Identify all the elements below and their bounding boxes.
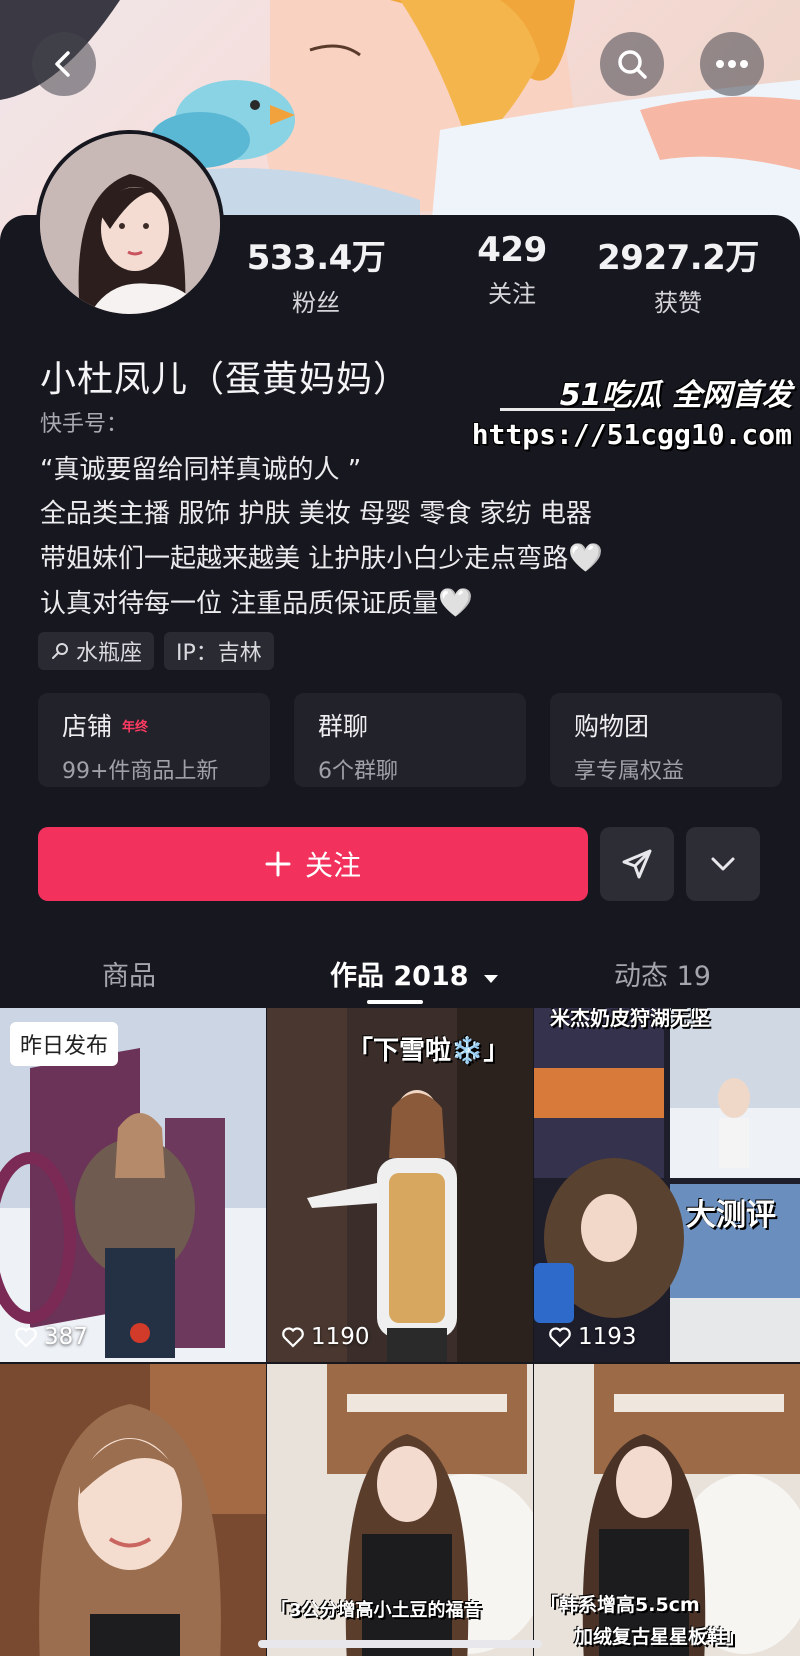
video-caption-line2: 加绒复古星星板鞋」 [574,1626,746,1648]
kuaishou-id[interactable]: 快手号： [40,406,128,438]
bio-line: 全品类主播 服饰 护肤 美妆 母婴 零食 家纺 电器 [40,499,592,529]
like-count: 387 [14,1324,88,1350]
entry-subtitle: 享专属权益 [574,759,685,784]
video-caption: 大测评 [686,1198,776,1233]
tag-zodiac[interactable]: 水瓶座 [38,632,155,670]
bio-line-text: 认真对待每一位 注重品质保证质量 [40,589,439,619]
follow-button[interactable]: 关注 [38,827,588,901]
search-icon [618,50,647,79]
stat-value: 2927.2万 [597,238,759,278]
profile-entries: 店铺 年终 99+件商品上新 群聊 6个群聊 购物团 享专属权益 [38,693,794,787]
heart-outline-icon [15,1327,37,1348]
follow-label: 关注 [304,849,361,882]
video-caption: 「下雪啦❄️」 [347,1036,510,1066]
profile-tags: 水瓶座 IP：吉林 [38,632,274,670]
like-count: 1193 [548,1324,637,1350]
like-count-text: 1193 [578,1324,637,1350]
more-options-button[interactable] [700,32,764,96]
home-indicator[interactable] [258,1640,542,1648]
entry-shop[interactable]: 店铺 年终 99+件商品上新 [38,693,270,787]
entry-group-chat[interactable]: 群聊 6个群聊 [294,693,526,787]
video-thumbnail[interactable]: 「韩系增高5.5cm 加绒复古星星板鞋」 [534,1364,800,1656]
chevron-left-icon [55,51,70,77]
entry-title-row: 群聊 [318,707,502,743]
plus-icon [265,851,291,877]
heart-outline-icon [549,1327,571,1348]
like-count-text: 387 [44,1324,88,1350]
entry-title: 店铺 [62,712,113,741]
bio-line-text: 带姐妹们一起越来越美 让护肤小白少走点弯路 [40,544,569,574]
entry-title: 购物团 [574,712,650,741]
stat-label: 获赞 [654,289,702,317]
caret-down-icon [483,975,498,983]
video-thumbnail[interactable]: 「3公分增高小土豆的福音 [267,1364,533,1656]
video-thumbnail[interactable]: 「下雪啦❄️」 1190 [267,1008,533,1362]
like-count-text: 1190 [311,1324,370,1350]
thumbnail-image [0,1364,266,1656]
profile-bio: “真诚要留给同样真诚的人 ” 全品类主播 服饰 护肤 美妆 母婴 零食 家纺 电… [40,448,760,626]
entry-title: 群聊 [318,712,369,741]
video-thumbnail[interactable]: 米杰奶皮狩湖无坚 大测评 1193 [534,1008,800,1362]
entry-shopping-group[interactable]: 购物团 享专属权益 [550,693,782,787]
profile-stats: 533.4万 粉丝 429 关注 2927.2万 获赞 [0,230,800,320]
chevron-down-icon [711,857,735,871]
tab-products[interactable]: 商品 [102,954,156,993]
active-tab-indicator [367,1000,423,1004]
video-caption: 「韩系增高5.5cm [540,1594,700,1616]
tab-works[interactable]: 作品 2018 [330,954,500,993]
like-count: 1190 [281,1324,370,1350]
bio-line: “真诚要留给同样真诚的人 ” [40,455,362,485]
published-label: 昨日发布 [10,1022,119,1066]
entry-subtitle: 99+件商品上新 [62,759,219,784]
entry-title-row: 购物团 [574,707,758,743]
stat-value: 533.4万 [246,238,386,278]
watermark-divider [500,408,615,411]
entry-subtitle: 6个群聊 [318,759,398,784]
tab-moments[interactable]: 动态 19 [614,954,711,993]
zodiac-icon [52,643,68,659]
video-caption: 「3公分增高小土豆的福音 [271,1600,482,1621]
video-thumbnail[interactable]: 昨日发布 387 [0,1008,266,1362]
entry-badge: 年终 [122,719,149,735]
stat-label: 粉丝 [292,289,340,317]
entry-title-row: 店铺 年终 [62,707,246,743]
share-button[interactable] [600,827,674,901]
search-button[interactable] [600,32,664,96]
stat-followers[interactable]: 533.4万 粉丝 [216,230,416,318]
watermark-url: https://51cgg10.com [471,418,792,451]
video-caption-top: 米杰奶皮狩湖无坚 [550,1008,710,1030]
send-icon [622,849,652,879]
more-actions-button[interactable] [686,827,760,901]
tag-text: IP：吉林 [176,641,262,666]
video-thumbnail[interactable] [0,1364,266,1656]
stat-likes[interactable]: 2927.2万 获赞 [578,230,778,318]
tag-ip-location: IP：吉林 [164,632,274,670]
bio-line: 带姐妹们一起越来越美 让护肤小白少走点弯路🤍 [40,536,760,581]
heart-outline-icon [282,1327,304,1348]
more-horizontal-icon [716,60,748,68]
tag-text: 水瓶座 [76,641,143,666]
bio-line: 认真对待每一位 注重品质保证质量🤍 [40,581,760,626]
back-button[interactable] [32,32,96,96]
profile-name: 小杜凤儿（蛋黄妈妈） [40,359,411,400]
white-heart-icon: 🤍 [568,541,604,574]
tab-label: 作品 2018 [330,961,469,992]
white-heart-icon: 🤍 [438,586,474,619]
content-tabs: 商品 作品 2018 动态 19 [0,940,800,1000]
thumbnail-image [534,1008,800,1362]
